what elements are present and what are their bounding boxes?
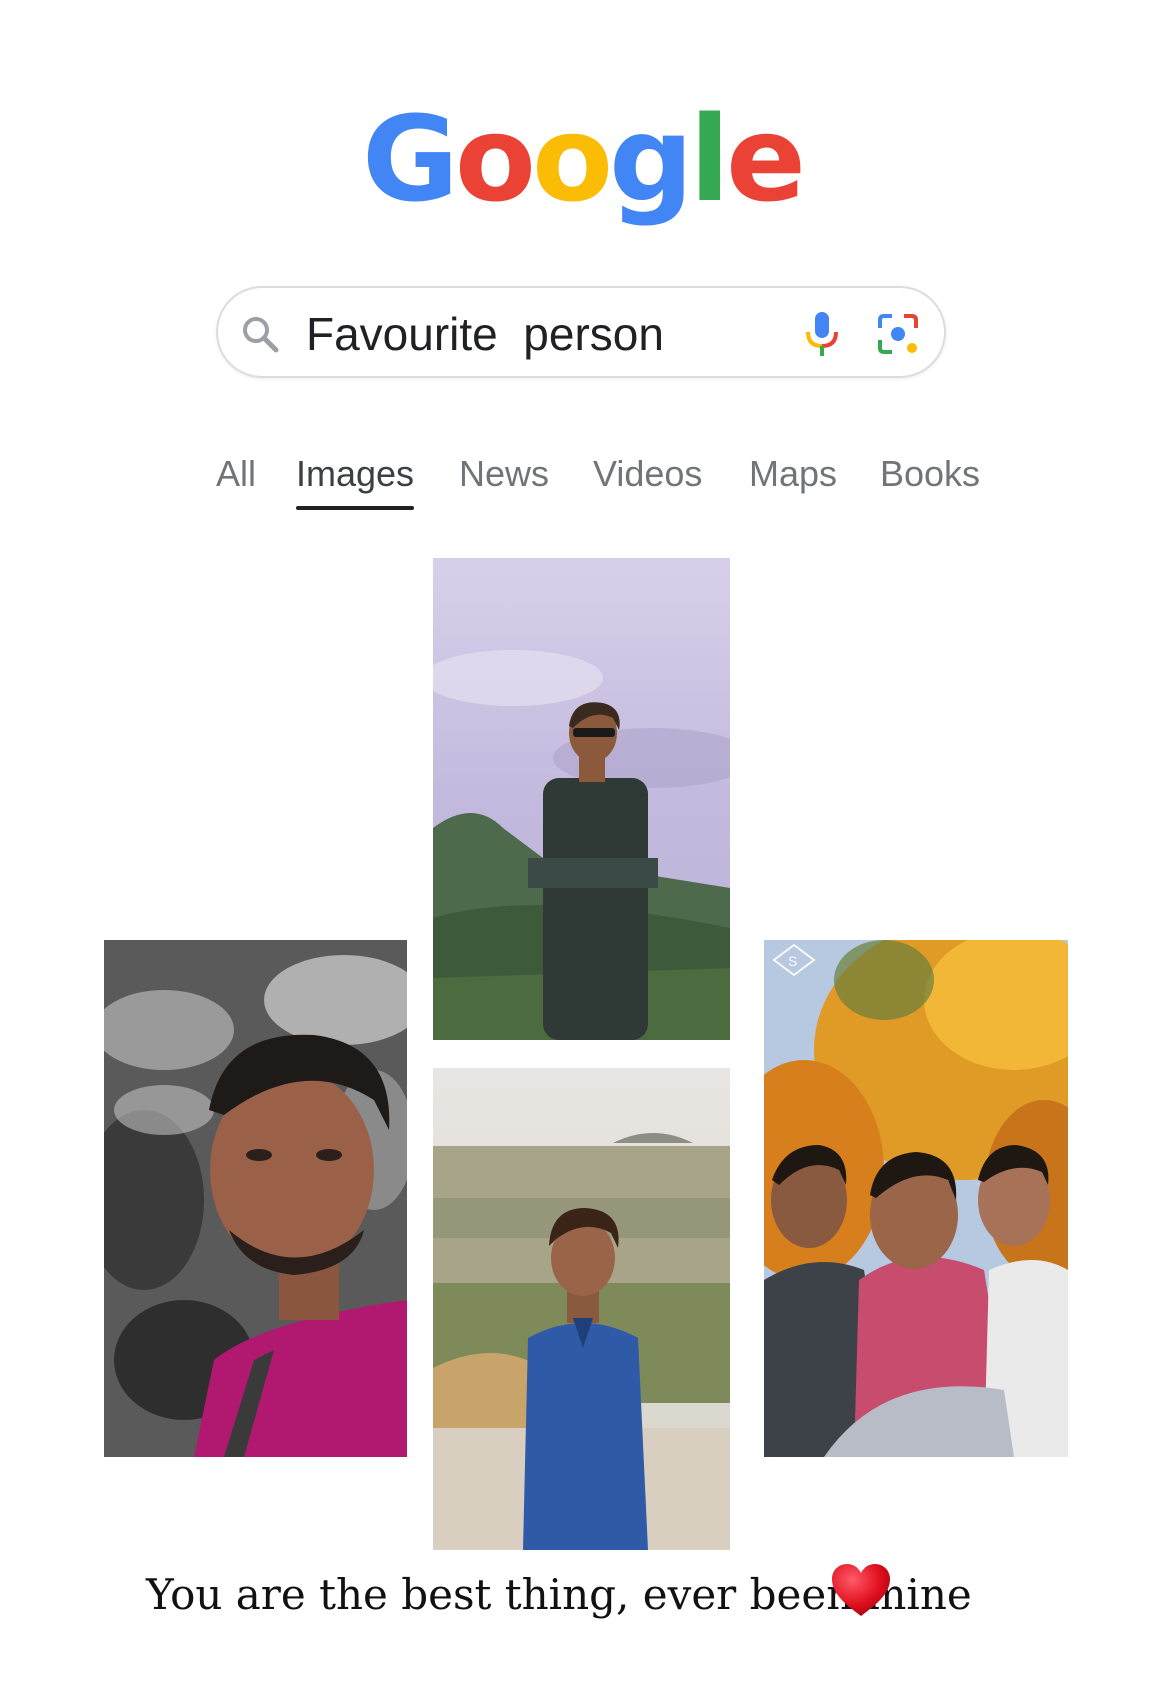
logo-letter: o xyxy=(531,90,613,228)
search-tabs: All Images News Videos Maps Books xyxy=(0,452,1164,512)
logo-letter: l xyxy=(689,90,731,228)
photo-man-on-hill-sunglasses[interactable] xyxy=(433,558,730,1040)
tab-videos[interactable]: Videos xyxy=(593,452,702,496)
svg-text:S: S xyxy=(788,953,797,969)
logo-letter: G xyxy=(362,90,459,228)
tab-news[interactable]: News xyxy=(459,452,549,496)
photo-friends-image: S xyxy=(764,940,1068,1457)
tab-maps[interactable]: Maps xyxy=(749,452,837,496)
heart-icon xyxy=(832,1564,890,1616)
photo-selfie-image xyxy=(104,940,407,1457)
microphone-icon[interactable] xyxy=(800,310,844,358)
tab-images[interactable]: Images xyxy=(296,452,415,510)
photo-selfie-pink-shirt[interactable] xyxy=(104,940,407,1457)
logo-letter: g xyxy=(609,90,693,228)
search-icon[interactable] xyxy=(240,314,280,354)
photo-three-friends-selfie[interactable]: S xyxy=(764,940,1068,1457)
search-box[interactable]: Favourite person xyxy=(216,286,946,378)
photo-blue-shirt-image xyxy=(433,1068,730,1550)
logo-letter: o xyxy=(454,90,536,228)
search-query-text[interactable]: Favourite person xyxy=(306,306,664,362)
tab-books[interactable]: Books xyxy=(880,452,980,496)
google-logo: Google xyxy=(0,100,1164,218)
photo-man-blue-shirt-landscape[interactable] xyxy=(433,1068,730,1550)
logo-letter: e xyxy=(725,90,806,228)
tab-all[interactable]: All xyxy=(216,452,256,496)
lens-icon[interactable] xyxy=(876,312,920,356)
photo-man-on-hill-image xyxy=(433,558,730,1040)
